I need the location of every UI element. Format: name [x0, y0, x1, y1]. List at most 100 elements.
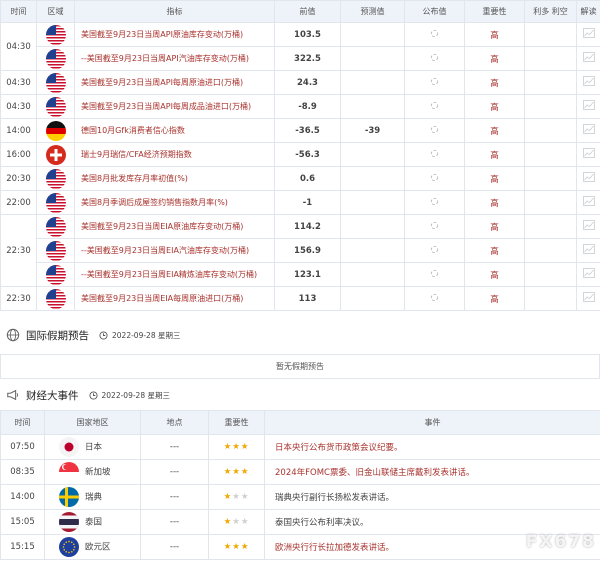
region-name: 瑞典 — [85, 492, 103, 503]
event-row[interactable]: 15:05 泰国 --- ★★★ 泰国央行公布利率决议。 — [0, 509, 600, 535]
star-icon: ★ — [223, 492, 233, 502]
calendar-row[interactable]: --美国截至9月23日当周EIA汽油库存变动(万桶) 156.9 高 — [1, 238, 600, 263]
star-icon: ★ — [223, 467, 233, 477]
indicator-cell[interactable]: --美国截至9月23日当周EIA汽油库存变动(万桶) — [74, 238, 275, 263]
event-description-cell[interactable]: 2024年FOMC票委、旧金山联储主席戴利发表讲话。 — [264, 459, 600, 485]
calendar-row[interactable]: 04:30 美国截至9月23日当周API原油库存变动(万桶) 103.5 高 — [0, 22, 600, 71]
time-cell: 22:00 — [0, 190, 37, 215]
event-description-cell[interactable]: 泰国央行公布利率决议。 — [264, 509, 600, 535]
indicator-cell[interactable]: 德国10月Gfk消费者信心指数 — [74, 118, 275, 143]
interpretation-cell[interactable] — [576, 22, 600, 47]
chart-icon[interactable] — [582, 172, 595, 182]
calendar-row[interactable]: 04:30 美国截至9月23日当周API每周成品油进口(万桶) -8.9 高 — [0, 94, 600, 119]
loading-icon — [430, 197, 439, 205]
us-flag-icon — [45, 48, 66, 69]
events-section-header: 财经大事件 2022-09-28 星期三 — [0, 384, 600, 406]
indicator-cell[interactable]: 美国8月批发库存月率初值(%) — [74, 166, 275, 191]
event-row[interactable]: 15:15 欧元区 --- ★★★ 欧洲央行行长拉加德发表讲话。 — [0, 534, 600, 560]
indicator-cell[interactable]: 美国截至9月23日当周API原油库存变动(万桶) — [74, 22, 275, 47]
calendar-row[interactable]: 16:00 瑞士9月瑞信/CFA经济预期指数 -56.3 高 — [0, 142, 600, 167]
chart-icon[interactable] — [582, 28, 595, 38]
star-icon: ★ — [223, 517, 233, 527]
region-name: 日本 — [85, 442, 103, 453]
region-cell — [36, 286, 75, 311]
importance-cell: 高 — [464, 166, 525, 191]
calendar-row[interactable]: 22:00 美国8月季调后成屋签约销售指数月率(%) -1 高 — [0, 190, 600, 215]
interpretation-cell[interactable] — [576, 190, 600, 215]
indicator-cell[interactable]: 美国截至9月23日当周API每周成品油进口(万桶) — [74, 94, 275, 119]
event-row[interactable]: 14:00 瑞典 --- ★★★ 瑞典央行副行长扬松发表讲话。 — [0, 484, 600, 510]
chart-icon[interactable] — [582, 148, 595, 158]
chart-icon[interactable] — [582, 124, 595, 134]
loading-icon — [430, 53, 439, 61]
chart-icon[interactable] — [582, 52, 595, 62]
calendar-row[interactable]: --美国截至9月23日当周EIA精炼油库存变动(万桶) 123.1 高 — [1, 262, 600, 287]
interpretation-cell[interactable] — [576, 94, 600, 119]
chart-icon[interactable] — [582, 196, 595, 206]
previous-value-cell: -36.5 — [274, 118, 341, 143]
fx678-watermark: FX678 — [525, 532, 596, 552]
region-cell — [36, 214, 75, 239]
event-row[interactable]: 07:50 日本 --- ★★★ 日本央行公布货币政策会议纪要。 — [0, 434, 600, 460]
calendar-row[interactable]: 22:30 美国截至9月23日当周EIA原油库存变动(万桶) 114.2 高 — [0, 214, 600, 287]
calendar-row[interactable]: 20:30 美国8月批发库存月率初值(%) 0.6 高 — [0, 166, 600, 191]
event-time-cell: 08:35 — [0, 459, 45, 485]
calendar-row[interactable]: 14:00 德国10月Gfk消费者信心指数 -36.5 -39 高 — [0, 118, 600, 143]
chart-icon[interactable] — [582, 292, 595, 302]
event-region-cell: 欧元区 — [44, 534, 141, 560]
actual-value-cell — [404, 142, 465, 167]
event-description-cell[interactable]: 瑞典央行副行长扬松发表讲话。 — [264, 484, 600, 510]
jp-flag-icon — [59, 437, 79, 457]
bull-bear-cell — [524, 262, 577, 287]
event-row[interactable]: 08:35 新加坡 --- ★★★ 2024年FOMC票委、旧金山联储主席戴利发表讲话。 — [0, 459, 600, 485]
calendar-row[interactable]: 22:30 美国截至9月23日当周EIA每周原油进口(万桶) 113 高 — [0, 286, 600, 311]
interpretation-cell[interactable] — [576, 238, 600, 263]
calendar-header-cell: 区域 — [36, 0, 75, 23]
event-description-cell[interactable]: 日本央行公布货币政策会议纪要。 — [264, 434, 600, 460]
region-cell — [36, 262, 75, 287]
chart-icon[interactable] — [582, 244, 595, 254]
bull-bear-cell — [524, 190, 577, 215]
actual-value-cell — [404, 46, 465, 71]
interpretation-cell[interactable] — [576, 142, 600, 167]
interpretation-cell[interactable] — [576, 46, 600, 71]
chart-icon[interactable] — [582, 76, 595, 86]
indicator-cell[interactable]: 美国截至9月23日当周EIA原油库存变动(万桶) — [74, 214, 275, 239]
time-cell: 04:30 — [0, 94, 37, 119]
forecast-value-cell — [340, 70, 405, 95]
us-flag-icon — [45, 264, 66, 285]
event-region-cell: 日本 — [44, 434, 141, 460]
calendar-header-cell: 利多 利空 — [524, 0, 577, 23]
loading-icon — [430, 149, 439, 157]
forecast-value-cell — [340, 214, 405, 239]
indicator-cell[interactable]: 瑞士9月瑞信/CFA经济预期指数 — [74, 142, 275, 167]
us-flag-icon — [45, 192, 66, 213]
chart-icon[interactable] — [582, 100, 595, 110]
interpretation-cell[interactable] — [576, 214, 600, 239]
indicator-cell[interactable]: 美国截至9月23日当周EIA每周原油进口(万桶) — [74, 286, 275, 311]
region-cell — [36, 118, 75, 143]
star-icon: ★ — [232, 492, 241, 502]
importance-cell: 高 — [464, 22, 525, 47]
forecast-value-cell — [340, 94, 405, 119]
region-cell — [36, 142, 75, 167]
indicator-cell[interactable]: 美国截至9月23日当周API每周原油进口(万桶) — [74, 70, 275, 95]
interpretation-cell[interactable] — [576, 286, 600, 311]
calendar-row[interactable]: --美国截至9月23日当周API汽油库存变动(万桶) 322.5 高 — [1, 46, 600, 71]
actual-value-cell — [404, 22, 465, 47]
de-flag-icon — [45, 120, 66, 141]
interpretation-cell[interactable] — [576, 70, 600, 95]
calendar-row[interactable]: 04:30 美国截至9月23日当周API每周原油进口(万桶) 24.3 高 — [0, 70, 600, 95]
calendar-header-cell: 时间 — [0, 0, 37, 23]
indicator-cell[interactable]: --美国截至9月23日当周API汽油库存变动(万桶) — [74, 46, 275, 71]
chart-icon[interactable] — [582, 268, 595, 278]
interpretation-cell[interactable] — [576, 166, 600, 191]
indicator-cell[interactable]: --美国截至9月23日当周EIA精炼油库存变动(万桶) — [74, 262, 275, 287]
interpretation-cell[interactable] — [576, 262, 600, 287]
indicator-cell[interactable]: 美国8月季调后成屋签约销售指数月率(%) — [74, 190, 275, 215]
event-time-cell: 14:00 — [0, 484, 45, 510]
interpretation-cell[interactable] — [576, 118, 600, 143]
actual-value-cell — [404, 190, 465, 215]
forecast-value-cell — [340, 190, 405, 215]
chart-icon[interactable] — [582, 220, 595, 230]
